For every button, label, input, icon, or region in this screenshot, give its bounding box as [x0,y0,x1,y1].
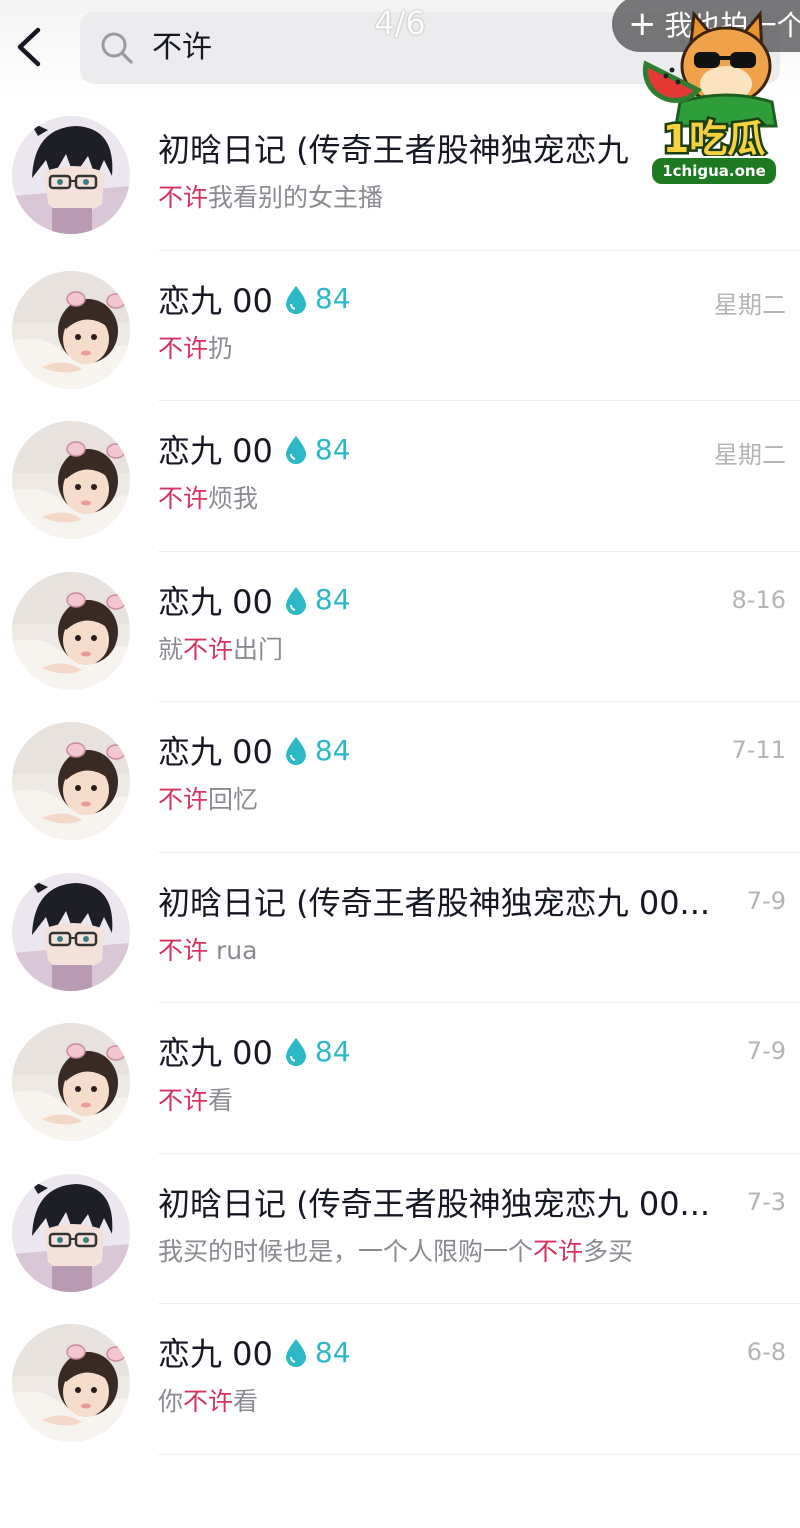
preview-text: 多买 [583,1236,634,1266]
preview-text: 出门 [233,634,284,664]
name-line: 恋九 00 84 [158,427,351,471]
preview-highlight: 不许 [158,935,209,965]
avatar-girl[interactable] [12,722,130,840]
avatar-girl[interactable] [12,1023,130,1141]
contact-name: 初晗日记 (传奇王者股神独宠恋九 00... [158,883,711,922]
avatar-boy[interactable] [12,116,130,234]
message-date: 6-8 [746,1338,786,1366]
name-line: 恋九 00 84 [158,728,351,772]
name-line: 初晗日记 (传奇王者股神独宠恋九 00... [158,879,710,923]
level-badge: 84 [314,1335,351,1369]
level-badge: 84 [314,583,351,616]
chat-result-row[interactable]: 恋九 00 84 7-11 不许回忆 [0,702,800,853]
message-preview: 不许扔 [158,329,233,365]
message-date: 7-11 [731,736,786,764]
message-preview: 不许我看别的女主播 [158,178,383,214]
level-badge: 84 [314,1034,351,1068]
chevron-left-icon [17,27,41,67]
preview-text: 你 [158,1387,184,1416]
preview-text: 看 [233,1387,259,1416]
contact-name: 恋九 00 [158,582,273,621]
preview-text: rua [208,935,258,965]
chat-result-row[interactable]: 初晗日记 (传奇王者股神独宠恋九 不许我看别的女主播 [0,100,800,251]
preview-text: 我买的时候也是，一个人限购一个 [158,1236,534,1266]
preview-highlight: 不许 [158,1086,209,1115]
avatar-girl[interactable] [12,270,130,389]
contact-name: 初晗日记 (传奇王者股神独宠恋九 00... [158,1184,711,1223]
message-date: 星期二 [714,290,786,319]
avatar-girl[interactable] [12,571,130,690]
avatar-boy[interactable] [12,1173,130,1292]
preview-highlight: 不许 [533,1236,584,1266]
message-preview: 就不许出门 [158,630,283,666]
preview-text: 就 [158,634,184,664]
avatar-girl[interactable] [12,421,130,539]
search-icon [101,32,133,64]
search-results-list: 初晗日记 (传奇王者股神独宠恋九 不许我看别的女主播 恋九 00 84 星期二 不许扔 … [0,100,800,1455]
water-drop-icon [285,1339,306,1367]
water-drop-icon [285,436,306,464]
preview-highlight: 不许 [158,183,209,212]
level-badge: 84 [314,432,351,466]
page-indicator: 4/6 [374,4,426,42]
preview-highlight: 不许 [158,785,209,814]
preview-highlight: 不许 [158,333,209,363]
contact-name: 恋九 00 [158,1034,273,1072]
contact-name: 恋九 00 [158,432,273,470]
preview-highlight: 不许 [183,1387,234,1416]
message-preview: 不许看 [158,1081,233,1117]
water-drop-icon [285,285,306,314]
chat-result-row[interactable]: 恋九 00 84 星期二不许扔 [0,251,800,401]
avatar-boy[interactable] [12,872,130,991]
message-date: 7-9 [746,1037,786,1065]
preview-highlight: 不许 [183,634,234,664]
preview-text: 扔 [208,333,234,363]
contact-name: 恋九 00 [158,733,273,771]
chat-result-row[interactable]: 恋九 00 84 星期二不许烦我 [0,401,800,552]
chat-result-row[interactable]: 初晗日记 (传奇王者股神独宠恋九 00... 7-3 我买的时候也是，一个人限购一个… [0,1154,800,1304]
preview-text: 看 [208,1086,234,1115]
message-date: 8-16 [731,585,786,614]
chat-result-row[interactable]: 初晗日记 (传奇王者股神独宠恋九 00... 7-9 不许 rua [0,853,800,1003]
contact-name: 恋九 00 [158,1335,273,1373]
message-date: 星期二 [714,441,786,469]
chat-result-row[interactable]: 恋九 00 84 8-16 就不许出门 [0,552,800,702]
name-line: 恋九 00 84 [158,578,351,622]
preview-text: 我看别的女主播 [208,183,384,212]
back-button[interactable] [8,22,52,72]
name-line: 恋九 00 84 [158,1029,351,1073]
name-line: 恋九 00 84 [158,277,351,321]
contact-name: 恋九 00 [158,281,273,320]
chat-result-row[interactable]: 恋九 00 84 7-9 不许看 [0,1003,800,1154]
message-preview: 不许烦我 [158,479,258,515]
water-drop-icon [285,1038,306,1066]
preview-text: 回忆 [208,785,259,814]
level-badge: 84 [314,733,351,767]
message-preview: 你不许看 [158,1382,258,1418]
preview-highlight: 不许 [158,484,209,513]
message-date: 7-9 [746,886,786,915]
level-badge: 84 [314,282,351,315]
name-line: 恋九 00 84 [158,1330,351,1374]
search-query: 不许 [152,30,212,65]
message-preview: 不许 rua [158,931,257,967]
message-date: 7-3 [746,1187,786,1216]
row-divider [158,1453,800,1455]
message-preview: 不许回忆 [158,780,258,816]
water-drop-icon [285,586,306,615]
water-drop-icon [285,737,306,765]
name-line: 初晗日记 (传奇王者股神独宠恋九 [158,126,629,170]
name-line: 初晗日记 (传奇王者股神独宠恋九 00... [158,1180,710,1224]
contact-name: 初晗日记 (传奇王者股神独宠恋九 [158,131,629,169]
chat-result-row[interactable]: 恋九 00 84 6-8 你不许看 [0,1304,800,1455]
preview-text: 烦我 [208,484,259,513]
avatar-girl[interactable] [12,1324,130,1442]
message-preview: 我买的时候也是，一个人限购一个不许多买 [158,1232,633,1268]
